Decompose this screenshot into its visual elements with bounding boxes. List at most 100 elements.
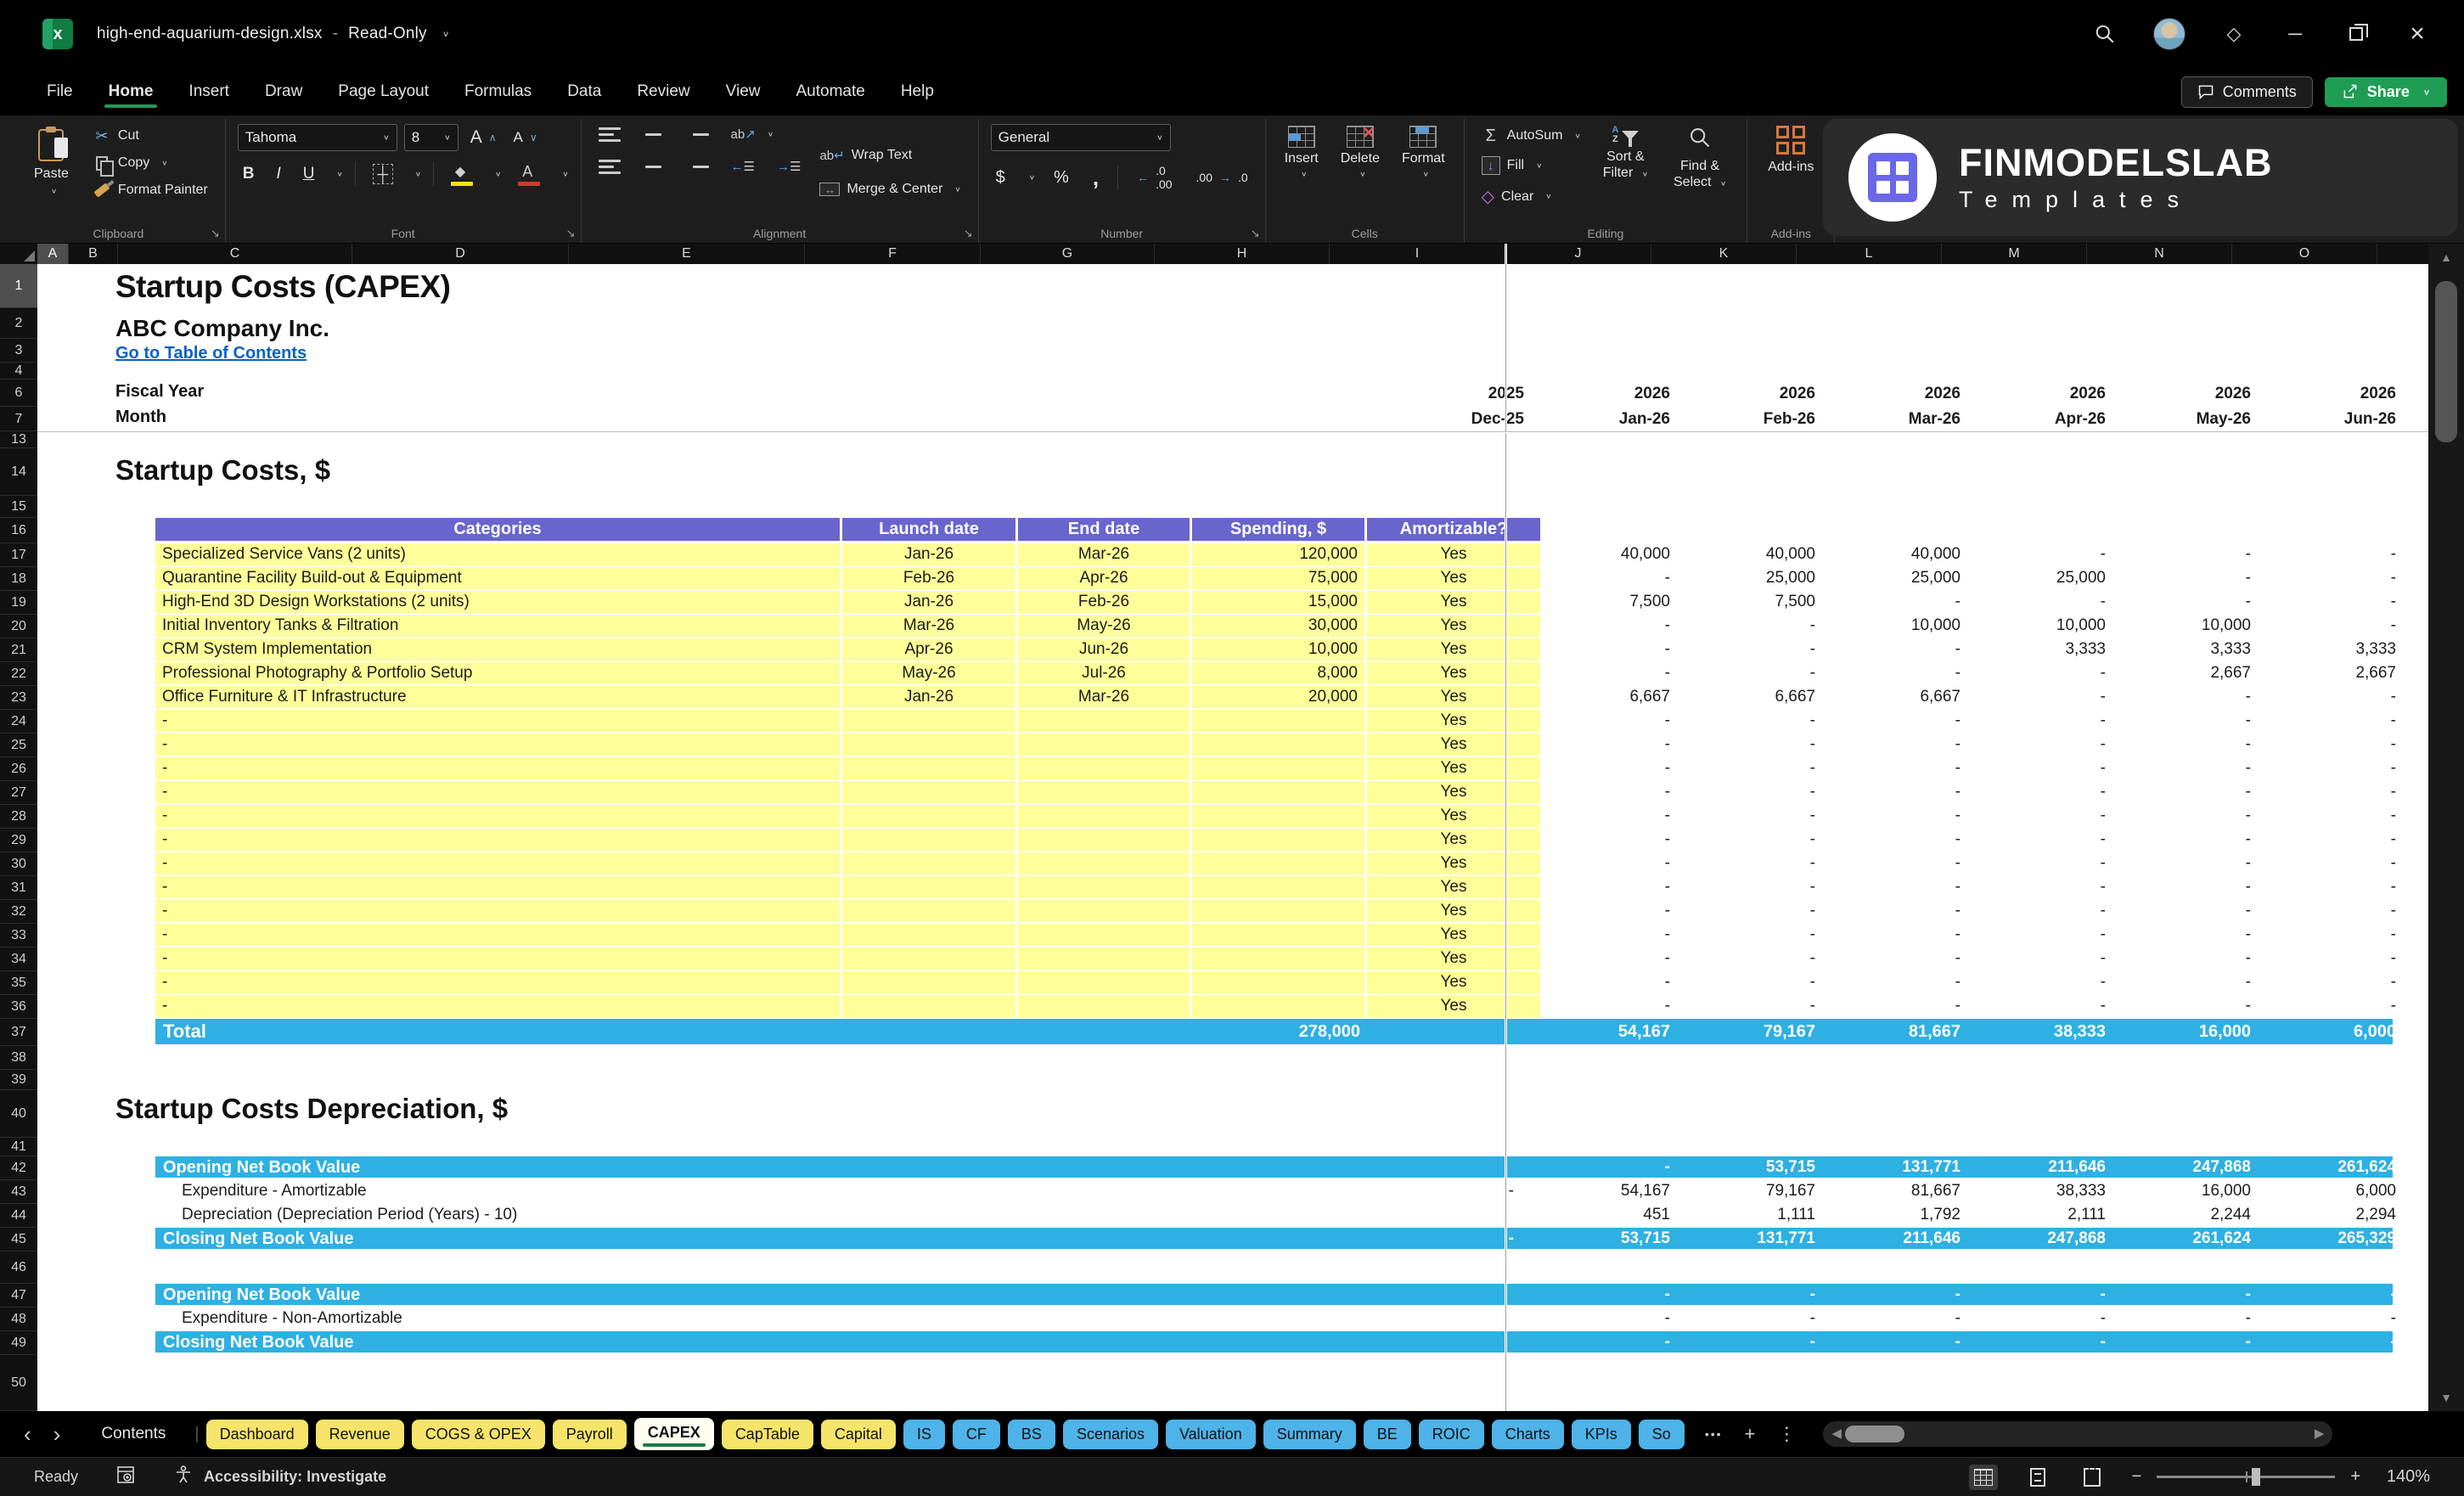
menu-file[interactable]: File <box>29 74 91 110</box>
month-value-cell[interactable]: - <box>2270 995 2415 1019</box>
month-cell[interactable]: Jan-26 <box>1543 408 1689 431</box>
fiscal-year-cell[interactable]: 2025 <box>1367 382 1543 406</box>
month-value-cell[interactable]: 131,771 <box>1834 1156 1979 1180</box>
row-header[interactable]: 6 <box>0 380 37 407</box>
row-header[interactable]: 31 <box>0 876 37 900</box>
month-value-cell[interactable]: - <box>2124 924 2270 948</box>
category-cell[interactable]: - <box>155 971 842 995</box>
align-middle-button[interactable] <box>638 125 670 144</box>
excel-app-icon[interactable]: x <box>42 19 73 49</box>
month-value-cell[interactable]: - <box>1979 757 2124 781</box>
italic-button[interactable]: I <box>271 162 285 186</box>
row-header[interactable]: 40 <box>0 1090 37 1138</box>
month-value-cell[interactable]: 247,868 <box>1979 1228 2124 1251</box>
month-value-cell[interactable]: - <box>1543 662 1689 686</box>
sheet-tab[interactable]: CF <box>952 1419 1000 1449</box>
depreciation-row-label[interactable]: Expenditure - Amortizable <box>182 1180 367 1204</box>
month-value-cell[interactable]: - <box>1543 1284 1689 1308</box>
month-value-cell[interactable]: - <box>2270 757 2415 781</box>
category-cell[interactable]: - <box>155 995 842 1019</box>
paste-button[interactable]: Paste ∨ <box>24 124 79 221</box>
month-value-cell[interactable]: 25,000 <box>1834 567 1979 591</box>
month-value-cell[interactable]: - <box>1834 900 1979 924</box>
month-value-cell[interactable]: - <box>1543 995 1689 1019</box>
month-value-cell[interactable]: - <box>1979 829 2124 852</box>
row-header[interactable]: 19 <box>0 591 37 615</box>
month-value-cell[interactable]: - <box>1543 1308 1689 1331</box>
month-value-cell[interactable]: - <box>1689 638 1834 662</box>
sheet-tab[interactable]: So <box>1638 1419 1685 1449</box>
month-value-cell[interactable]: 247,868 <box>2124 1156 2270 1180</box>
category-cell[interactable]: Quarantine Facility Build-out & Equipmen… <box>155 567 842 591</box>
month-value-cell[interactable]: - <box>1979 1284 2124 1308</box>
next-sheet-icon[interactable]: › <box>53 1421 61 1448</box>
month-value-cell[interactable]: - <box>1834 638 1979 662</box>
month-value-cell[interactable]: - <box>1979 710 2124 734</box>
month-value-cell[interactable]: 6,667 <box>1834 686 1979 710</box>
spending-cell[interactable] <box>1192 995 1367 1019</box>
category-cell[interactable]: Professional Photography & Portfolio Set… <box>155 662 842 686</box>
month-value-cell[interactable]: - <box>1543 567 1689 591</box>
amortizable-cell[interactable]: Yes <box>1367 805 1543 829</box>
fiscal-year-cell[interactable]: 2026 <box>1689 382 1834 406</box>
row-header[interactable]: 23 <box>0 686 37 710</box>
launch-date-cell[interactable]: Mar-26 <box>842 615 1018 638</box>
col-i-cell[interactable] <box>1367 1308 1543 1331</box>
month-value-cell[interactable]: - <box>1543 805 1689 829</box>
month-value-cell[interactable]: - <box>2270 591 2415 615</box>
spending-cell[interactable]: 20,000 <box>1192 686 1367 710</box>
dialog-launcher-icon[interactable]: ↘ <box>566 227 576 240</box>
month-value-cell[interactable]: - <box>1543 710 1689 734</box>
row-header[interactable]: 36 <box>0 995 37 1019</box>
month-value-cell[interactable]: - <box>1689 900 1834 924</box>
category-cell[interactable]: CRM System Implementation <box>155 638 842 662</box>
month-value-cell[interactable]: - <box>1834 805 1979 829</box>
align-bottom-button[interactable] <box>682 125 714 144</box>
sheet-tab[interactable]: COGS & OPEX <box>411 1419 545 1449</box>
month-value-cell[interactable]: - <box>1834 829 1979 852</box>
sheet-tab[interactable]: KPIs <box>1571 1419 1631 1449</box>
category-cell[interactable]: - <box>155 829 842 852</box>
month-value-cell[interactable]: - <box>1689 662 1834 686</box>
month-value-cell[interactable]: 1,111 <box>1689 1204 1834 1228</box>
row-header[interactable]: 26 <box>0 757 37 781</box>
depreciation-row-label[interactable]: Opening Net Book Value <box>163 1284 360 1308</box>
month-value-cell[interactable]: - <box>2270 615 2415 638</box>
month-value-cell[interactable]: 40,000 <box>1834 543 1979 567</box>
fiscal-year-label[interactable]: Fiscal Year <box>115 382 204 402</box>
month-value-cell[interactable]: - <box>2270 543 2415 567</box>
col-i-cell[interactable] <box>1367 1204 1543 1228</box>
launch-date-cell[interactable]: Feb-26 <box>842 567 1018 591</box>
month-value-cell[interactable]: - <box>1543 829 1689 852</box>
month-value-cell[interactable]: 40,000 <box>1689 543 1834 567</box>
zoom-slider[interactable] <box>2157 1468 2336 1486</box>
horizontal-scroll-thumb[interactable] <box>1845 1426 1905 1443</box>
row-header[interactable]: 27 <box>0 781 37 805</box>
month-value-cell[interactable]: - <box>1689 971 1834 995</box>
month-cell[interactable]: Mar-26 <box>1834 408 1979 431</box>
launch-date-cell[interactable] <box>842 829 1018 852</box>
menu-draw[interactable]: Draw <box>247 74 320 110</box>
month-value-cell[interactable]: - <box>2270 710 2415 734</box>
month-value-cell[interactable]: - <box>1543 1331 1689 1355</box>
sheet-tab[interactable]: Charts <box>1491 1419 1564 1449</box>
normal-view-button[interactable] <box>1968 1464 1998 1490</box>
category-cell[interactable]: - <box>155 734 842 757</box>
align-center-button[interactable] <box>638 157 670 177</box>
menu-insert[interactable]: Insert <box>171 74 247 110</box>
month-value-cell[interactable]: 261,624 <box>2270 1156 2415 1180</box>
spending-cell[interactable] <box>1192 734 1367 757</box>
month-value-cell[interactable]: - <box>1834 876 1979 900</box>
total-label[interactable]: Total <box>163 1019 206 1044</box>
spending-cell[interactable]: 8,000 <box>1192 662 1367 686</box>
amortizable-cell[interactable]: Yes <box>1367 591 1543 615</box>
month-value-cell[interactable]: - <box>1979 1331 2124 1355</box>
month-value-cell[interactable]: 3,333 <box>1979 638 2124 662</box>
month-value-cell[interactable]: 6,667 <box>1543 686 1689 710</box>
month-value-cell[interactable]: 211,646 <box>1834 1228 1979 1251</box>
launch-date-cell[interactable] <box>842 876 1018 900</box>
launch-date-cell[interactable]: Jan-26 <box>842 591 1018 615</box>
month-value-cell[interactable]: 7,500 <box>1543 591 1689 615</box>
spending-cell[interactable] <box>1192 900 1367 924</box>
total-spending-cell[interactable]: 278,000 <box>1192 1019 1367 1044</box>
